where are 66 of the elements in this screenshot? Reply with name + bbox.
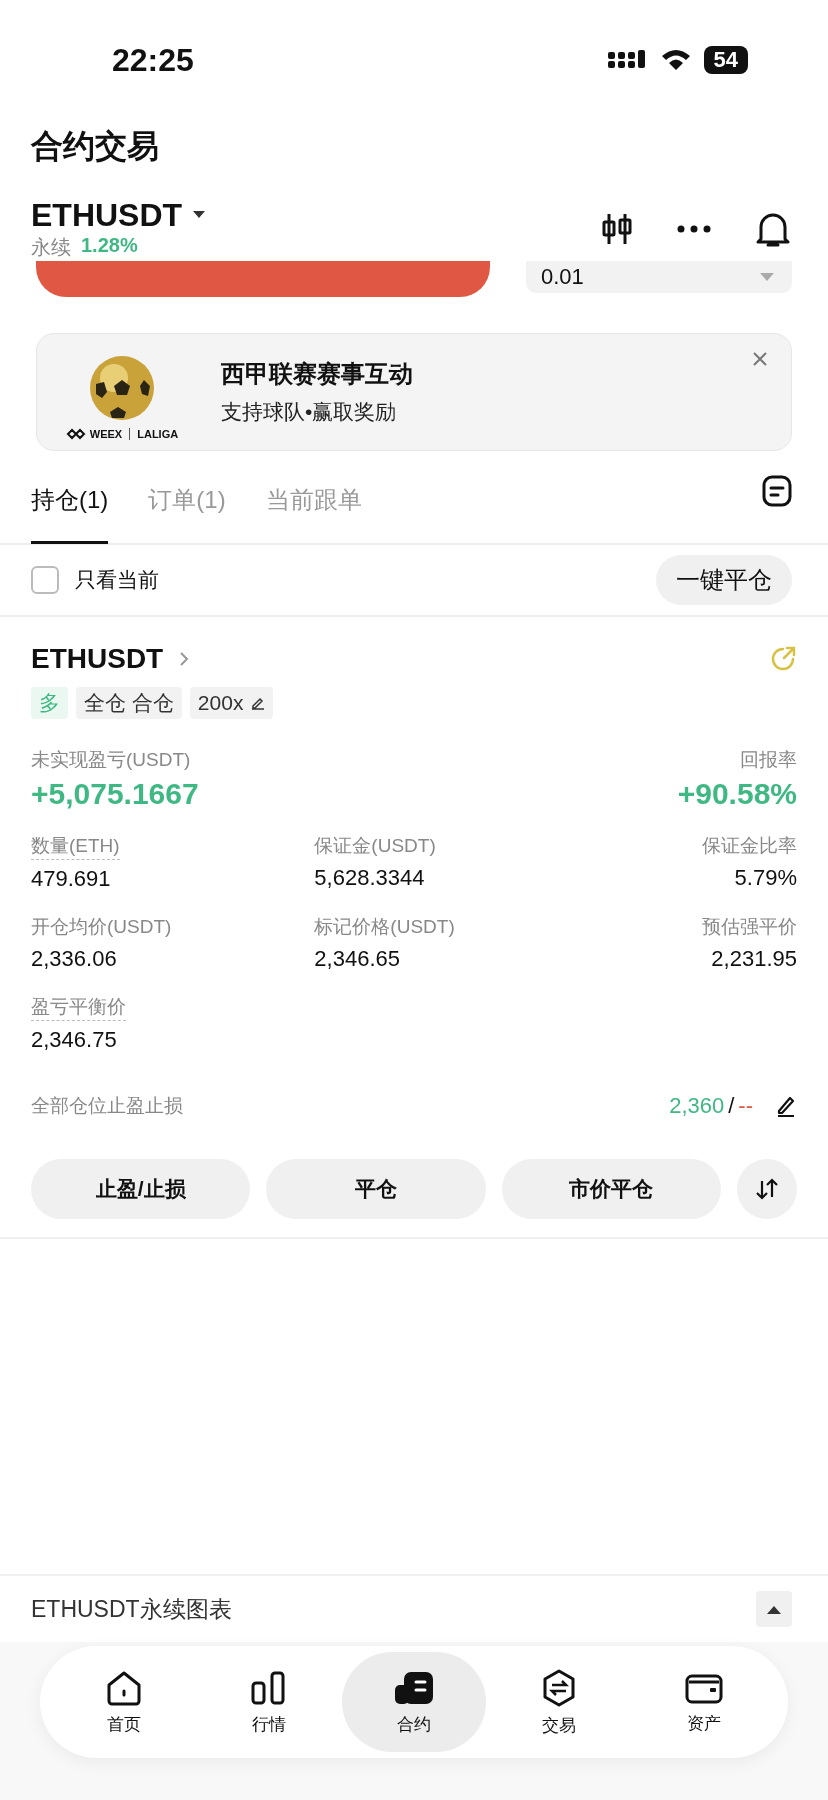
pnl-label: 未实现盈亏(USDT) xyxy=(31,748,192,772)
contract-type: 永续 xyxy=(31,235,71,260)
banner-title: 西甲联赛赛事互动 xyxy=(221,359,413,389)
battery-icon: 54 xyxy=(703,46,748,74)
action-button[interactable]: 止盈/止损 xyxy=(31,1159,251,1219)
take-profit-value: 2,360 xyxy=(669,1093,725,1119)
nav-item[interactable]: 合约 xyxy=(341,1652,487,1752)
field-label: 保证金(USDT) xyxy=(314,834,437,858)
page-title: 合约交易 xyxy=(31,127,160,166)
field-value: 2,336.06 xyxy=(31,946,118,972)
checkbox-label: 只看当前 xyxy=(75,567,159,593)
checkbox[interactable] xyxy=(31,566,59,594)
promo-banner[interactable]: WEEX LALIGA 西甲联赛赛事互动 支持球队•赢取奖励 xyxy=(36,333,792,451)
field-label: 保证金比率 xyxy=(702,834,797,858)
status-time: 22:25 xyxy=(112,41,194,79)
field-label: 数量(ETH) xyxy=(31,833,120,860)
separator: / xyxy=(728,1093,735,1119)
edit-icon xyxy=(251,696,266,710)
tab[interactable]: 持仓(1) xyxy=(31,454,109,544)
brand-name: WEEX xyxy=(89,428,123,440)
field-value: 2,346.75 xyxy=(31,1027,118,1053)
swap-icon xyxy=(754,1176,780,1202)
leverage-tag[interactable]: 200x xyxy=(189,687,274,719)
caret-icon xyxy=(192,210,207,220)
field-label: 标记价格(USDT) xyxy=(314,915,456,939)
banner-subtitle: 支持球队•赢取奖励 xyxy=(221,399,398,425)
field-label: 预估强平价 xyxy=(702,915,797,939)
tpsl-label: 全部仓位止盈止损 xyxy=(31,1094,183,1118)
field-label: 盈亏平衡价 xyxy=(31,994,126,1021)
more-icon[interactable] xyxy=(677,224,711,233)
close-icon[interactable] xyxy=(753,352,767,366)
nav-item[interactable]: 首页 xyxy=(52,1652,197,1752)
long-tag: 多 xyxy=(31,687,68,719)
action-button[interactable]: 平仓 xyxy=(266,1159,486,1219)
edit-icon[interactable] xyxy=(775,1094,797,1118)
caret-up-icon xyxy=(767,1604,781,1614)
order-button[interactable] xyxy=(36,261,490,297)
field-value: 2,346.65 xyxy=(314,946,401,972)
chart-title[interactable]: ETHUSDT永续图表 xyxy=(31,1593,232,1625)
partner-name: LALIGA xyxy=(137,428,179,440)
nav-item[interactable]: 行情 xyxy=(196,1652,342,1752)
nav-item[interactable]: 交易 xyxy=(486,1652,632,1752)
roe-label: 回报率 xyxy=(739,748,797,772)
quantity-field[interactable]: 0.01 xyxy=(526,261,792,293)
roe-value: +90.58% xyxy=(677,777,797,811)
ball-icon xyxy=(88,354,156,422)
price-change: 1.28% xyxy=(81,234,138,258)
nav-item[interactable]: 资产 xyxy=(631,1652,776,1752)
brand-icon xyxy=(65,428,86,440)
margin-mode-tag: 全仓 合仓 xyxy=(76,687,182,719)
chevron-right-icon[interactable] xyxy=(179,651,190,667)
action-button[interactable]: 市价平仓 xyxy=(501,1159,721,1219)
close-all-button[interactable]: 一键平仓 xyxy=(656,555,792,605)
field-value: 5.79% xyxy=(734,865,797,891)
document-icon[interactable] xyxy=(762,475,792,507)
position-symbol[interactable]: ETHUSDT xyxy=(31,643,164,675)
field-label: 开仓均价(USDT) xyxy=(31,915,173,939)
field-value: 5,628.3344 xyxy=(314,865,426,891)
candlestick-icon[interactable] xyxy=(601,211,633,246)
field-value: 2,231.95 xyxy=(711,946,797,972)
caret-icon xyxy=(760,273,774,281)
pnl-value: +5,075.1667 xyxy=(31,777,199,811)
stop-loss-value: -- xyxy=(738,1093,753,1119)
symbol-selector[interactable]: ETHUSDT xyxy=(31,196,207,234)
expand-button[interactable] xyxy=(756,1591,792,1627)
field-value: 479.691 xyxy=(31,866,112,892)
